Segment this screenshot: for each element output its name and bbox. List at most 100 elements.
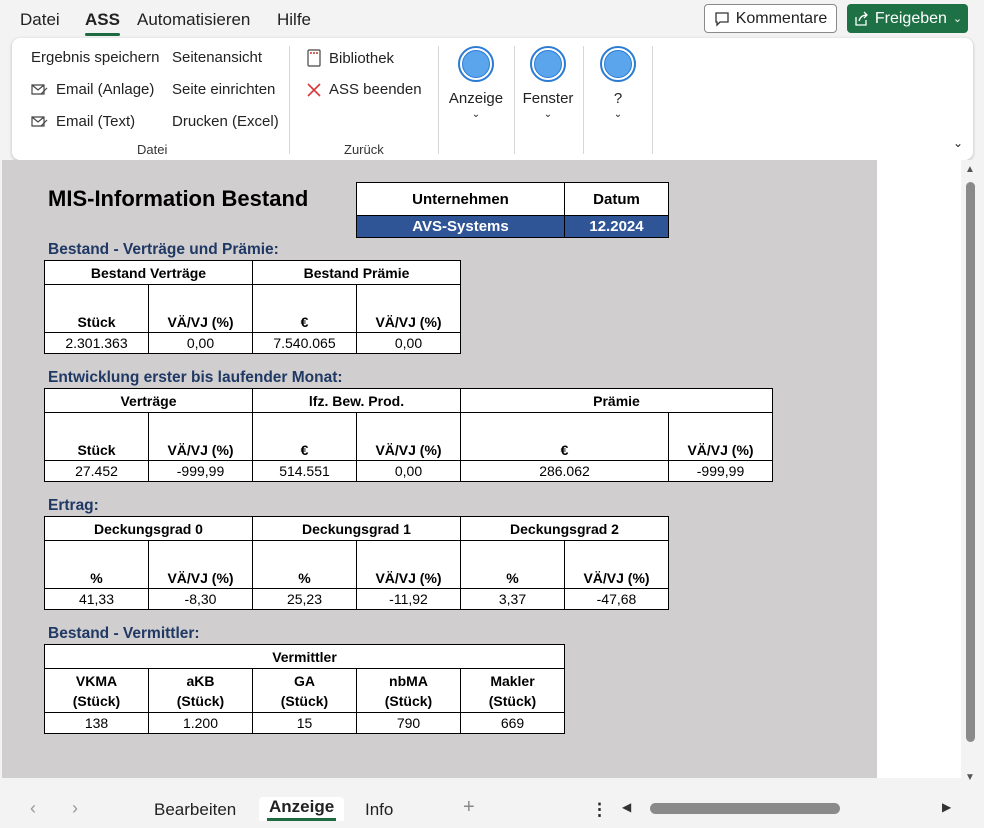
column-header: Bestand Prämie (252, 260, 461, 285)
cell-value: 7.540.065 (252, 332, 357, 354)
email-attachment-button[interactable]: Email (Anlage) (31, 81, 154, 98)
sheet-tab-bar: ‹ › Bearbeiten Anzeige Info + ⋮ ◀ ▶ (0, 790, 984, 828)
cell-value: 41,33 (44, 588, 149, 610)
column-header: Bestand Verträge (44, 260, 253, 285)
comments-button[interactable]: Kommentare (704, 4, 837, 33)
help-label: ? (613, 90, 623, 107)
column-unit: (Stück) (384, 692, 433, 709)
view-button[interactable]: Anzeige ⌄ (441, 46, 511, 120)
cell-value: -8,30 (148, 588, 253, 610)
more-options-icon[interactable]: ⋮ (591, 800, 608, 820)
tab-bearbeiten[interactable]: Bearbeiten (154, 800, 236, 820)
library-button[interactable]: Bibliothek (306, 49, 394, 67)
add-sheet-button[interactable]: + (463, 796, 475, 819)
close-icon (307, 82, 321, 97)
scroll-right-icon[interactable]: ▶ (942, 800, 951, 814)
horizontal-scrollbar[interactable]: ◀ ▶ (622, 800, 954, 814)
column-subheader: % (44, 540, 149, 589)
cell-value: 25,23 (252, 588, 357, 610)
cell-value: -47,68 (564, 588, 669, 610)
email-attachment-label: Email (Anlage) (56, 81, 155, 98)
column-name: nbMA (389, 672, 428, 689)
cell-value: 3,37 (460, 588, 565, 610)
share-button[interactable]: Freigeben ⌄ (847, 4, 968, 33)
cell-value: -999,99 (668, 460, 773, 482)
cell-value: 790 (356, 712, 461, 734)
company-table: Unternehmen Datum AVS-Systems 12.2024 (356, 182, 669, 238)
intermediary-table: Vermittler VKMA (Stück) aKB (Stück) GA (Stü… (44, 644, 565, 734)
cell-value: 0,00 (356, 460, 461, 482)
company-value: AVS-Systems (356, 215, 565, 238)
tab-info[interactable]: Info (365, 800, 393, 820)
company-header: Unternehmen (356, 182, 565, 216)
window-label: Fenster (522, 90, 574, 107)
cell-value: 2.301.363 (44, 332, 149, 354)
email-text-button[interactable]: Email (Text) (31, 113, 135, 130)
menu-ass[interactable]: ASS (85, 10, 120, 36)
print-excel-button[interactable]: Drucken (Excel) (172, 113, 279, 130)
menu-automatisieren[interactable]: Automatisieren (137, 10, 250, 30)
column-subheader: Makler (Stück) (460, 668, 565, 713)
email-icon (31, 115, 48, 127)
scroll-left-icon[interactable]: ◀ (622, 800, 631, 814)
column-name: Makler (490, 672, 535, 689)
column-header: Vermittler (44, 644, 565, 669)
quit-ass-button[interactable]: ASS beenden (306, 81, 422, 98)
chevron-left-icon[interactable]: ‹ (30, 798, 36, 819)
column-header: Deckungsgrad 0 (44, 516, 253, 541)
worksheet-blank-area[interactable] (877, 160, 961, 778)
cell-value: 1.200 (148, 712, 253, 734)
column-subheader: € (460, 412, 669, 461)
column-unit: (Stück) (488, 692, 537, 709)
save-result-button[interactable]: Ergebnis speichern (31, 49, 159, 66)
column-subheader: VÄ/VJ (%) (148, 540, 253, 589)
help-button[interactable]: ? ⌄ (583, 46, 653, 120)
ribbon-separator (289, 46, 290, 154)
sheet-title: MIS-Information Bestand (48, 186, 309, 211)
chevron-down-icon: ⌄ (471, 109, 481, 120)
column-unit: (Stück) (280, 692, 329, 709)
column-name: aKB (186, 672, 215, 689)
scroll-up-icon[interactable]: ▲ (965, 164, 975, 175)
chevron-down-icon: ⌄ (613, 109, 623, 120)
column-subheader: VÄ/VJ (%) (668, 412, 773, 461)
scroll-thumb[interactable] (966, 182, 975, 742)
menu-hilfe[interactable]: Hilfe (277, 10, 311, 30)
cell-value: 286.062 (460, 460, 669, 482)
window-button[interactable]: Fenster ⌄ (513, 46, 583, 120)
cell-value: 15 (252, 712, 357, 734)
ribbon: Ergebnis speichern Email (Anlage) Email … (12, 38, 973, 160)
column-name: GA (294, 672, 315, 689)
tab-anzeige[interactable]: Anzeige (259, 797, 345, 821)
column-subheader: VÄ/VJ (%) (356, 412, 461, 461)
cell-value: 669 (460, 712, 565, 734)
email-text-label: Email (Text) (56, 113, 136, 130)
comments-label: Kommentare (735, 9, 828, 27)
ribbon-collapse-icon[interactable]: ⌄ (953, 136, 963, 150)
column-subheader: GA (Stück) (252, 668, 357, 713)
column-subheader: VÄ/VJ (%) (356, 540, 461, 589)
page-setup-button[interactable]: Seite einrichten (172, 81, 275, 98)
vertical-scrollbar[interactable]: ▲ ▼ (961, 160, 984, 790)
cell-value: -999,99 (148, 460, 253, 482)
ribbon-separator (438, 46, 439, 154)
column-subheader: VÄ/VJ (%) (356, 284, 461, 333)
cell-value: 0,00 (356, 332, 461, 354)
scroll-down-icon[interactable]: ▼ (965, 772, 975, 783)
cell-value: -11,92 (356, 588, 461, 610)
page-view-button[interactable]: Seitenansicht (172, 49, 262, 66)
date-value: 12.2024 (564, 215, 669, 238)
menu-datei[interactable]: Datei (20, 10, 60, 30)
circle-icon (458, 46, 494, 82)
library-icon (307, 49, 321, 67)
cell-value: 27.452 (44, 460, 149, 482)
cell-value: 138 (44, 712, 149, 734)
column-subheader: % (252, 540, 357, 589)
column-header: lfz. Bew. Prod. (252, 388, 461, 413)
page-setup-label: Seite einrichten (172, 81, 276, 98)
scroll-thumb[interactable] (650, 803, 840, 814)
column-subheader: VÄ/VJ (%) (564, 540, 669, 589)
circle-icon (600, 46, 636, 82)
section-title: Bestand - Vermittler: (48, 625, 200, 642)
chevron-right-icon[interactable]: › (72, 798, 78, 819)
